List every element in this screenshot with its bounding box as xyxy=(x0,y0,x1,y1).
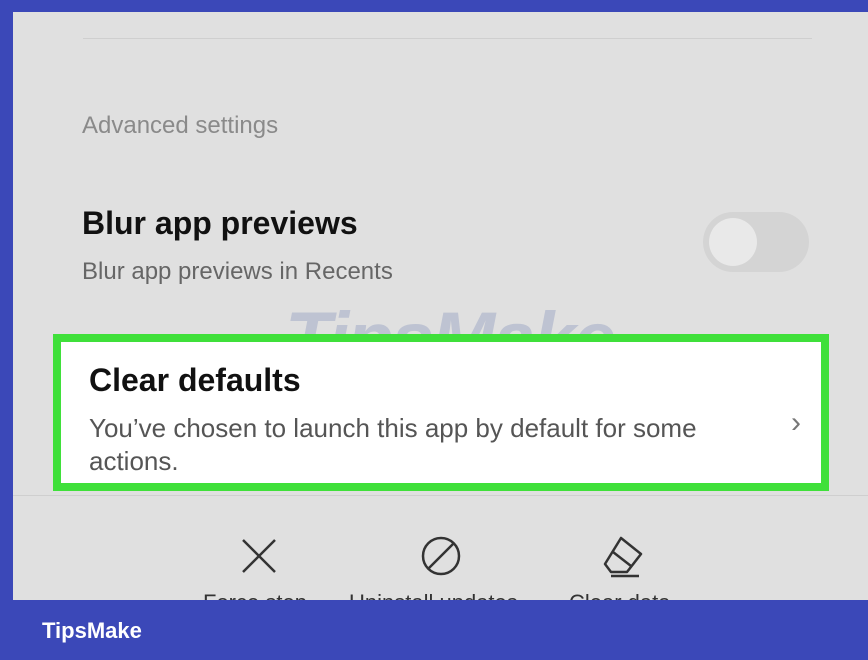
eraser-icon xyxy=(603,536,643,578)
blur-previews-toggle[interactable] xyxy=(703,212,809,272)
clear-defaults-row[interactable]: Clear defaults You’ve chosen to launch t… xyxy=(53,334,829,491)
uninstall-updates-label: Uninstall updates xyxy=(349,590,518,600)
close-icon xyxy=(242,539,276,573)
blur-previews-title: Blur app previews xyxy=(82,205,358,241)
clear-data-label: Clear data xyxy=(569,590,671,600)
footer-brand-logo: TipsMake xyxy=(42,618,142,643)
force-stop-label: Force stop xyxy=(203,590,307,600)
block-icon xyxy=(421,536,461,576)
app-settings-screen: Advanced settings Blur app previews Blur… xyxy=(13,12,868,600)
divider xyxy=(83,38,812,39)
divider xyxy=(13,495,868,496)
toggle-knob xyxy=(709,218,757,266)
section-label: Advanced settings xyxy=(82,112,279,139)
clear-defaults-title: Clear defaults xyxy=(89,362,301,398)
clear-defaults-description: You’ve chosen to launch this app by defa… xyxy=(89,413,697,476)
chevron-right-icon: › xyxy=(791,406,801,439)
blur-previews-subtitle: Blur app previews in Recents xyxy=(82,258,393,285)
